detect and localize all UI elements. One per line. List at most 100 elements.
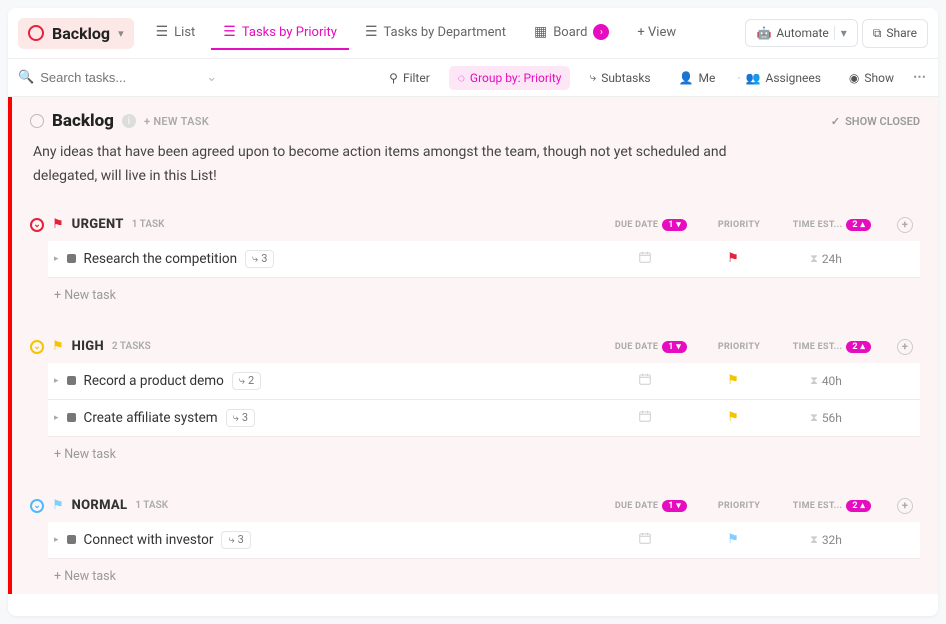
calendar-icon bbox=[638, 372, 652, 386]
flag-icon: ⚑ bbox=[52, 339, 64, 354]
hourglass-icon: ⧗ bbox=[810, 411, 818, 425]
col-due-date[interactable]: DUE DATE1 ▾ bbox=[606, 219, 696, 231]
subtasks-button[interactable]: ⤷ Subtasks bbox=[580, 65, 659, 90]
due-date-cell[interactable] bbox=[600, 409, 690, 427]
status-square[interactable] bbox=[67, 376, 76, 385]
col-time-estimate[interactable]: TIME EST...2 ▴ bbox=[782, 219, 882, 231]
estimate-value: 24h bbox=[822, 252, 842, 266]
task-row[interactable]: ▸ Create affiliate system ⤷3 ⚑ ⧗56h bbox=[48, 400, 920, 437]
collapse-group-icon[interactable]: ⌄ bbox=[30, 499, 44, 513]
view-tab-tasks-priority[interactable]: ☰ Tasks by Priority bbox=[211, 16, 349, 50]
group-name: HIGH bbox=[72, 339, 104, 354]
new-task-button[interactable]: + New task bbox=[48, 559, 920, 594]
status-square[interactable] bbox=[67, 254, 76, 263]
expand-icon[interactable]: ▸ bbox=[54, 376, 59, 386]
time-estimate-cell[interactable]: ⧗24h bbox=[776, 252, 876, 266]
estimate-value: 56h bbox=[822, 411, 842, 425]
automate-label: Automate bbox=[776, 26, 828, 40]
list-header: Backlog i + NEW TASK ✓ SHOW CLOSED bbox=[30, 111, 920, 131]
info-icon[interactable]: i bbox=[122, 114, 136, 128]
task-title: Connect with investor bbox=[84, 532, 214, 548]
col-priority[interactable]: PRIORITY bbox=[704, 220, 774, 230]
group-count: 1 TASK bbox=[132, 219, 165, 230]
subtask-count[interactable]: ⤷3 bbox=[245, 250, 274, 268]
new-task-header-button[interactable]: + NEW TASK bbox=[144, 115, 209, 128]
assignees-label: Assignees bbox=[765, 71, 820, 85]
eye-icon: ◉ bbox=[849, 71, 859, 85]
groupby-label: Group by: Priority bbox=[470, 71, 562, 85]
status-square[interactable] bbox=[67, 535, 76, 544]
status-square[interactable] bbox=[67, 413, 76, 422]
priority-cell[interactable]: ⚑ bbox=[698, 251, 768, 266]
new-task-button[interactable]: + New task bbox=[48, 278, 920, 313]
subtask-icon: ⤷ bbox=[252, 252, 258, 266]
due-date-cell[interactable] bbox=[600, 250, 690, 268]
expand-icon[interactable]: ▸ bbox=[54, 254, 59, 264]
subtask-count[interactable]: ⤷3 bbox=[221, 531, 250, 549]
subtasks-label: Subtasks bbox=[601, 71, 650, 85]
col-priority[interactable]: PRIORITY bbox=[704, 342, 774, 352]
assignees-button[interactable]: · 👥 Assignees bbox=[728, 66, 830, 90]
due-date-cell[interactable] bbox=[600, 372, 690, 390]
estimate-value: 40h bbox=[822, 374, 842, 388]
view-label: + View bbox=[637, 25, 676, 40]
priority-cell[interactable]: ⚑ bbox=[698, 373, 768, 388]
col-time-estimate[interactable]: TIME EST...2 ▴ bbox=[782, 341, 882, 353]
time-estimate-cell[interactable]: ⧗ 56h bbox=[776, 411, 876, 425]
collapse-group-icon[interactable]: ⌄ bbox=[30, 340, 44, 354]
add-column-button[interactable]: + bbox=[897, 339, 913, 355]
view-tab-board[interactable]: ▦ Board › bbox=[522, 16, 621, 50]
task-row[interactable]: ▸ Record a product demo ⤷2 ⚑ ⧗40h bbox=[48, 363, 920, 400]
automate-button[interactable]: 🤖 Automate ▾ bbox=[745, 19, 857, 47]
search-input[interactable] bbox=[40, 70, 160, 85]
people-icon: 👥 bbox=[746, 71, 761, 85]
time-estimate-cell[interactable]: ⧗40h bbox=[776, 374, 876, 388]
collapse-icon[interactable] bbox=[30, 114, 44, 128]
filter-button[interactable]: ⚲ Filter bbox=[380, 66, 439, 90]
collapse-group-icon[interactable]: ⌄ bbox=[30, 218, 44, 232]
show-closed-button[interactable]: ✓ SHOW CLOSED bbox=[831, 115, 920, 128]
groupby-button[interactable]: ◌ Group by: Priority bbox=[449, 66, 571, 90]
search-wrap[interactable]: 🔍 ⌄ bbox=[18, 70, 218, 85]
priority-cell[interactable]: ⚑ bbox=[698, 410, 768, 425]
new-task-button[interactable]: + New task bbox=[48, 437, 920, 472]
view-tab-tasks-department[interactable]: ☰ Tasks by Department bbox=[353, 16, 518, 50]
subtask-icon: ⤷ bbox=[228, 533, 234, 547]
chevron-down-icon[interactable]: ⌄ bbox=[206, 70, 217, 85]
brand-icon bbox=[28, 25, 44, 41]
expand-icon[interactable]: ▸ bbox=[54, 535, 59, 545]
me-button[interactable]: 👤 Me bbox=[670, 66, 725, 90]
subtask-count[interactable]: ⤷3 bbox=[226, 409, 255, 427]
col-priority[interactable]: PRIORITY bbox=[704, 501, 774, 511]
add-column-button[interactable]: + bbox=[897, 217, 913, 233]
more-menu[interactable]: ⋯ bbox=[913, 70, 928, 85]
show-button[interactable]: ◉ Show bbox=[840, 66, 903, 90]
topbar: Backlog ▾ ☰ List ☰ Tasks by Priority ☰ T… bbox=[8, 8, 938, 59]
group-icon: ◌ bbox=[458, 71, 465, 85]
priority-group: ⌄ ⚑ URGENT 1 TASK DUE DATE1 ▾ PRIORITY T… bbox=[30, 213, 920, 313]
share-button[interactable]: ⧉ Share bbox=[862, 19, 928, 48]
time-estimate-cell[interactable]: ⧗32h bbox=[776, 533, 876, 547]
col-time-estimate[interactable]: TIME EST...2 ▴ bbox=[782, 500, 882, 512]
due-date-cell[interactable] bbox=[600, 531, 690, 549]
subtask-count[interactable]: ⤷2 bbox=[232, 372, 261, 390]
add-column-button[interactable]: + bbox=[897, 498, 913, 514]
view-tab-list[interactable]: ☰ List bbox=[144, 16, 208, 50]
task-row[interactable]: ▸ Research the competition ⤷3 ⚑ ⧗24h bbox=[48, 241, 920, 278]
chevron-down-icon: ▾ bbox=[834, 26, 847, 40]
list-selector[interactable]: Backlog ▾ bbox=[18, 18, 134, 49]
list-icon: ☰ bbox=[365, 24, 378, 40]
sort-badge: 2 ▴ bbox=[846, 500, 871, 512]
flag-icon: ⚑ bbox=[52, 217, 64, 232]
subtask-icon: ⤷ bbox=[233, 411, 239, 425]
task-row[interactable]: ▸ Connect with investor ⤷3 ⚑ ⧗32h bbox=[48, 522, 920, 559]
group-header: ⌄ ⚑ HIGH 2 TASKS DUE DATE1 ▾ PRIORITY TI… bbox=[30, 335, 920, 363]
expand-icon[interactable]: ▸ bbox=[54, 413, 59, 423]
priority-cell[interactable]: ⚑ bbox=[698, 532, 768, 547]
add-view-button[interactable]: + View bbox=[625, 17, 688, 50]
flag-icon: ⚑ bbox=[727, 373, 739, 388]
col-due-date[interactable]: DUE DATE1 ▾ bbox=[606, 341, 696, 353]
sort-badge: 2 ▴ bbox=[846, 219, 871, 231]
sort-badge: 1 ▾ bbox=[662, 500, 687, 512]
col-due-date[interactable]: DUE DATE1 ▾ bbox=[606, 500, 696, 512]
